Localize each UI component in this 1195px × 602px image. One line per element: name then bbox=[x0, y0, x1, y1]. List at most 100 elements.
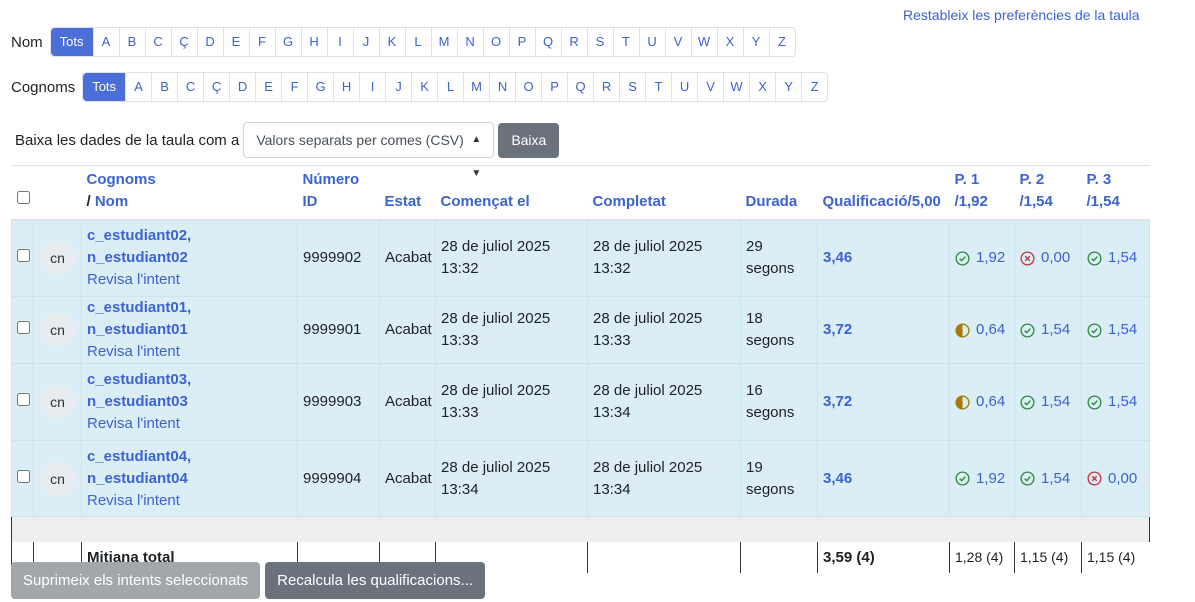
q1-mark-cell[interactable]: 1,92 bbox=[949, 440, 1015, 517]
filter-letter-link[interactable]: W bbox=[723, 73, 749, 101]
filter-all-link[interactable]: Tots bbox=[50, 28, 93, 56]
filter-letter-link[interactable]: X bbox=[716, 28, 743, 56]
state-header[interactable]: Estat bbox=[379, 165, 436, 221]
q2-mark-cell[interactable]: 1,54 bbox=[1014, 296, 1082, 364]
filter-letter-link[interactable]: H bbox=[333, 73, 359, 101]
filter-letter-link[interactable]: C bbox=[177, 73, 203, 101]
filter-letter-link[interactable]: O bbox=[482, 28, 509, 56]
filter-letter-link[interactable]: J bbox=[352, 28, 379, 56]
review-attempt-link[interactable]: Revisa l'intent bbox=[87, 492, 180, 509]
filter-letter-link[interactable]: K bbox=[378, 28, 405, 56]
filter-letter-link[interactable]: Ç bbox=[203, 73, 229, 101]
sort-firstname-link[interactable]: Nom bbox=[95, 193, 128, 210]
filter-letter-link[interactable]: D bbox=[196, 28, 223, 56]
reset-table-preferences-link[interactable]: Restableix les preferències de la taula bbox=[903, 7, 1140, 23]
filter-letter-link[interactable]: W bbox=[690, 28, 717, 56]
download-button[interactable]: Baixa bbox=[498, 122, 560, 158]
filter-letter-link[interactable]: E bbox=[255, 73, 281, 101]
review-attempt-link[interactable]: Revisa l'intent bbox=[87, 271, 180, 288]
filter-letter-link[interactable]: T bbox=[645, 73, 671, 101]
filter-all-link[interactable]: Tots bbox=[83, 73, 126, 101]
attempt-grade-link[interactable]: 3,46 bbox=[817, 440, 950, 517]
q2-mark-cell[interactable]: 1,54 bbox=[1014, 440, 1082, 517]
avatar[interactable]: cn bbox=[40, 241, 75, 276]
q1-header[interactable]: P. 1/1,92 bbox=[949, 165, 1015, 221]
q3-mark-cell[interactable]: 1,54 bbox=[1081, 219, 1150, 297]
student-name-link[interactable]: c_estudiant03, bbox=[87, 371, 191, 388]
select-all-checkbox[interactable] bbox=[16, 190, 30, 204]
filter-letter-link[interactable]: H bbox=[300, 28, 327, 56]
student-name-link[interactable]: c_estudiant04, bbox=[87, 448, 191, 465]
q1-mark-cell[interactable]: 0,64 bbox=[949, 296, 1015, 364]
filter-letter-link[interactable]: Q bbox=[534, 28, 561, 56]
q3-header[interactable]: P. 3/1,54 bbox=[1081, 165, 1150, 221]
q1-mark-cell[interactable]: 1,92 bbox=[949, 219, 1015, 297]
sort-surname-link[interactable]: Cognoms bbox=[87, 171, 156, 188]
filter-letter-link[interactable]: N bbox=[456, 28, 483, 56]
filter-letter-link[interactable]: Q bbox=[567, 73, 593, 101]
filter-letter-link[interactable]: Y bbox=[775, 73, 801, 101]
filter-letter-link[interactable]: S bbox=[619, 73, 645, 101]
filter-letter-link[interactable]: N bbox=[489, 73, 515, 101]
started-header[interactable]: Començat el bbox=[435, 165, 588, 221]
q2-mark-cell[interactable]: 0,00 bbox=[1014, 219, 1082, 297]
filter-letter-link[interactable]: D bbox=[229, 73, 255, 101]
review-attempt-link[interactable]: Revisa l'intent bbox=[87, 343, 180, 360]
filter-letter-link[interactable]: J bbox=[385, 73, 411, 101]
attempt-grade-link[interactable]: 3,72 bbox=[817, 296, 950, 364]
filter-letter-link[interactable]: Y bbox=[742, 28, 769, 56]
attempt-grade-link[interactable]: 3,72 bbox=[817, 363, 950, 441]
student-name-link-line2[interactable]: n_estudiant04 bbox=[87, 470, 188, 487]
filter-letter-link[interactable]: R bbox=[560, 28, 587, 56]
completed-header[interactable]: Completat bbox=[587, 165, 741, 221]
avatar[interactable]: cn bbox=[40, 461, 75, 496]
filter-letter-link[interactable]: Ç bbox=[170, 28, 197, 56]
filter-letter-link[interactable]: V bbox=[664, 28, 691, 56]
q2-header[interactable]: P. 2/1,54 bbox=[1014, 165, 1082, 221]
filter-letter-link[interactable]: V bbox=[697, 73, 723, 101]
row-select-checkbox[interactable] bbox=[17, 249, 30, 263]
student-name-link[interactable]: c_estudiant02, bbox=[87, 227, 191, 244]
download-format-select[interactable]: Valors separats per comes (CSV) ▲ ▼ bbox=[243, 122, 495, 179]
filter-letter-link[interactable]: L bbox=[404, 28, 431, 56]
row-select-checkbox[interactable] bbox=[17, 321, 30, 334]
filter-letter-link[interactable]: U bbox=[671, 73, 697, 101]
filter-letter-link[interactable]: G bbox=[307, 73, 333, 101]
filter-letter-link[interactable]: C bbox=[144, 28, 171, 56]
filter-letter-link[interactable]: A bbox=[92, 28, 119, 56]
q3-mark-cell[interactable]: 0,00 bbox=[1081, 440, 1150, 517]
avatar[interactable]: cn bbox=[40, 385, 75, 419]
row-select-checkbox[interactable] bbox=[17, 469, 30, 483]
filter-letter-link[interactable]: F bbox=[281, 73, 307, 101]
filter-letter-link[interactable]: K bbox=[411, 73, 437, 101]
review-attempt-link[interactable]: Revisa l'intent bbox=[87, 415, 180, 432]
student-name-link-line2[interactable]: n_estudiant03 bbox=[87, 393, 188, 410]
filter-letter-link[interactable]: A bbox=[125, 73, 151, 101]
filter-letter-link[interactable]: I bbox=[359, 73, 385, 101]
filter-letter-link[interactable]: Z bbox=[801, 73, 827, 101]
filter-letter-link[interactable]: X bbox=[749, 73, 775, 101]
student-name-link[interactable]: c_estudiant01, n_estudiant01 bbox=[87, 299, 191, 338]
filter-letter-link[interactable]: B bbox=[118, 28, 145, 56]
filter-letter-link[interactable]: P bbox=[508, 28, 535, 56]
filter-letter-link[interactable]: E bbox=[222, 28, 249, 56]
id-header[interactable]: Número ID bbox=[297, 165, 380, 221]
filter-letter-link[interactable]: R bbox=[593, 73, 619, 101]
q3-mark-cell[interactable]: 1,54 bbox=[1081, 296, 1150, 364]
filter-letter-link[interactable]: M bbox=[430, 28, 457, 56]
filter-letter-link[interactable]: O bbox=[515, 73, 541, 101]
delete-selected-attempts-button[interactable]: Suprimeix els intents seleccionats bbox=[11, 562, 261, 599]
grade-header[interactable]: Qualificació/5,00 bbox=[817, 165, 950, 221]
student-name-link-line2[interactable]: n_estudiant02 bbox=[87, 249, 188, 266]
filter-letter-link[interactable]: M bbox=[463, 73, 489, 101]
filter-letter-link[interactable]: G bbox=[274, 28, 301, 56]
filter-letter-link[interactable]: U bbox=[638, 28, 665, 56]
filter-letter-link[interactable]: L bbox=[437, 73, 463, 101]
filter-letter-link[interactable]: I bbox=[326, 28, 353, 56]
filter-letter-link[interactable]: T bbox=[612, 28, 639, 56]
regrade-button[interactable]: Recalcula les qualificacions... bbox=[265, 562, 486, 599]
q1-mark-cell[interactable]: 0,64 bbox=[949, 363, 1015, 441]
filter-letter-link[interactable]: B bbox=[151, 73, 177, 101]
avatar[interactable]: cn bbox=[40, 313, 75, 347]
q2-mark-cell[interactable]: 1,54 bbox=[1014, 363, 1082, 441]
